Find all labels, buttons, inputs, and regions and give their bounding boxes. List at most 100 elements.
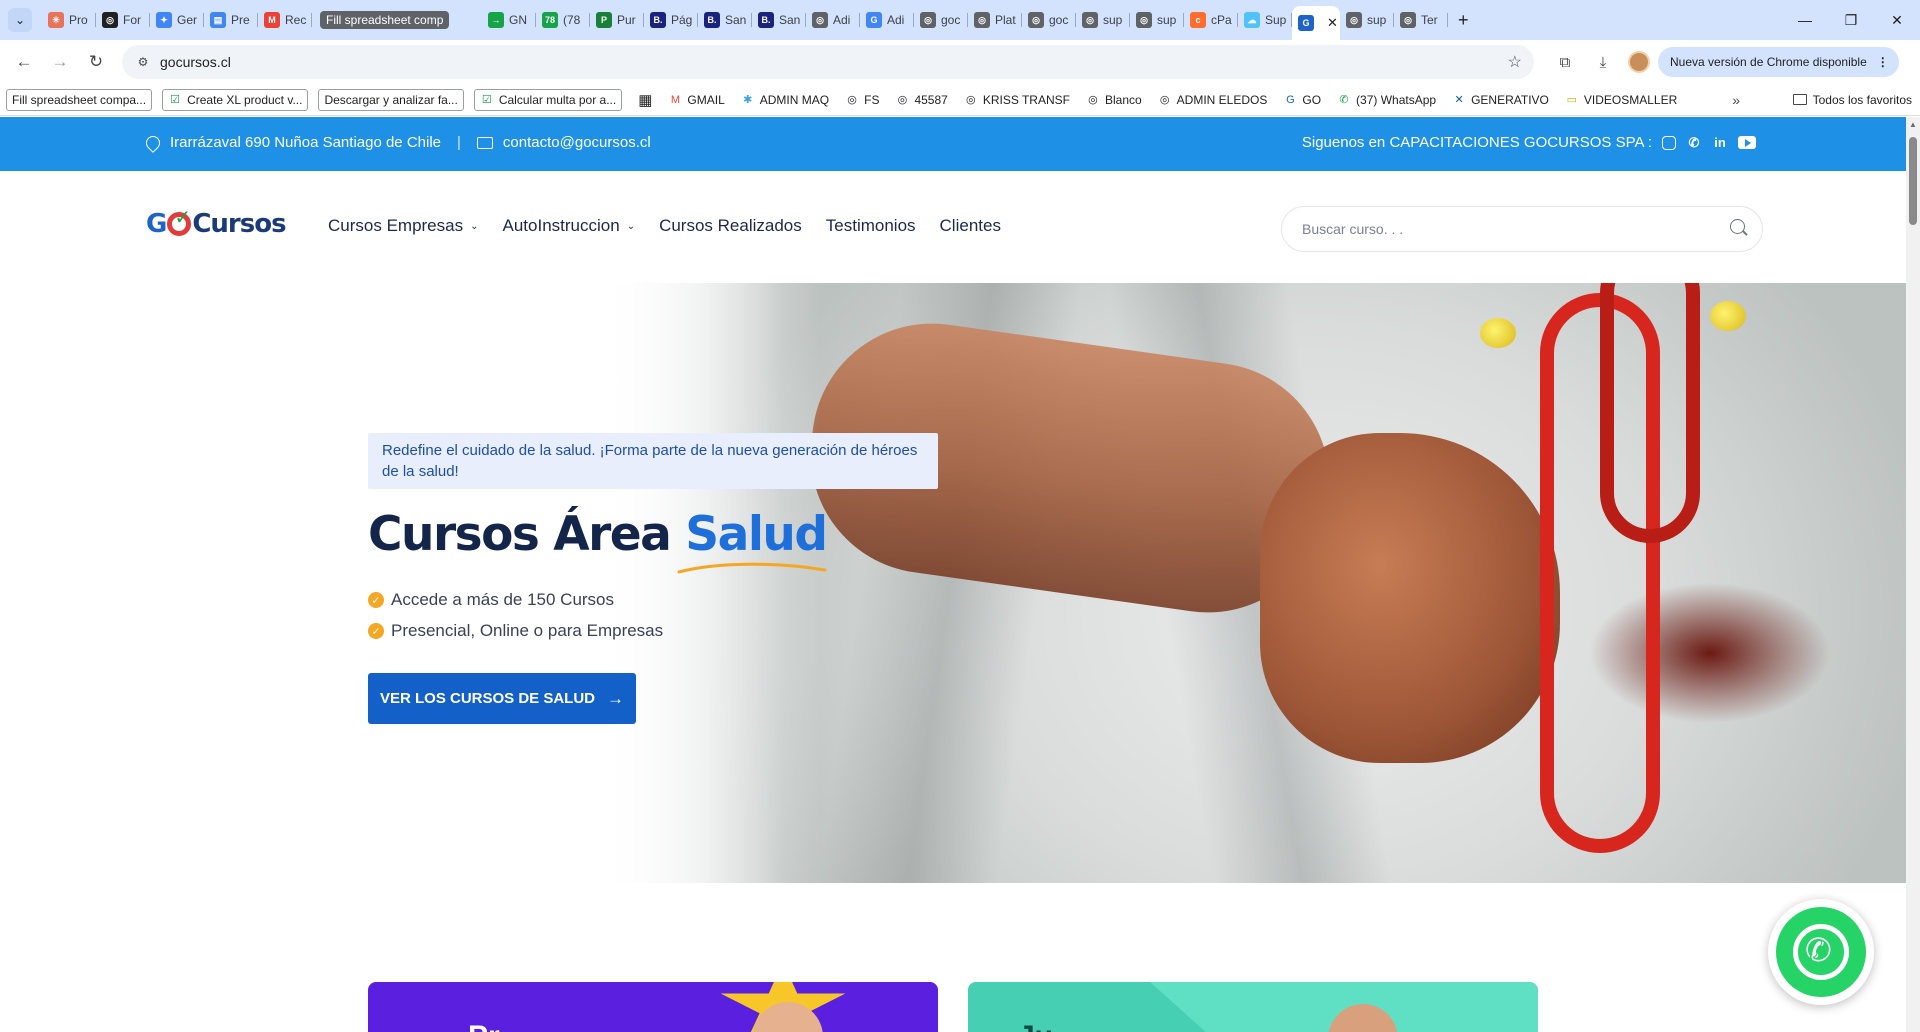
browser-tab[interactable]: ▤ Pre [204, 5, 258, 35]
tab-title: goc [1049, 13, 1069, 27]
minimize-button[interactable]: — [1782, 0, 1828, 40]
youtube-icon[interactable] [1738, 136, 1756, 149]
new-tab-button[interactable]: + [1458, 10, 1469, 31]
cta-label: VER LOS CURSOS DE SALUD [379, 690, 596, 707]
course-card[interactable]: Pr [368, 982, 938, 1032]
back-button[interactable]: ← [6, 44, 42, 80]
tab-list: ✳ Pro ◎ For ✦ Ger ▤ Pre M Rec Fill spreadsheet com… [42, 0, 1448, 40]
bookmark-item[interactable]: ✱ ADMIN MAQ [735, 89, 835, 111]
browser-tab[interactable]: G Adi [860, 5, 914, 35]
nav-item[interactable]: Cursos Empresas ⌄ [328, 216, 479, 236]
arrow-left-icon: ← [15, 52, 33, 71]
close-tab-icon[interactable]: ✕ [1327, 15, 1338, 31]
browser-tab[interactable]: ◎ sup [1076, 5, 1130, 35]
nav-item[interactable]: AutoInstruccion ⌄ [503, 216, 636, 236]
download-icon[interactable]: ⤓ [1586, 45, 1620, 79]
tab-favicon-icon: → [488, 12, 504, 28]
browser-tab[interactable]: B. San [752, 5, 806, 35]
whatsapp-float-button[interactable] [1768, 899, 1874, 1005]
browser-tab[interactable]: c cPa [1184, 5, 1238, 35]
more-menu-icon[interactable]: ⋮ [1877, 55, 1889, 69]
bookmark-item[interactable]: ✆ (37) WhatsApp [1331, 89, 1442, 111]
logo-letter: G [146, 209, 167, 239]
bookmark-item[interactable]: ▭ VIDEOSMALLER [1559, 89, 1683, 111]
url-text[interactable]: gocursos.cl [160, 54, 231, 70]
restore-button[interactable]: ❐ [1828, 0, 1874, 40]
linkedin-icon[interactable]: in [1712, 135, 1728, 150]
browser-tab[interactable]: ◎ Ter [1394, 5, 1448, 35]
bookmark-item[interactable]: Descargar y analizar fa... [318, 88, 464, 111]
bookmark-star-icon[interactable]: ☆ [1508, 52, 1522, 72]
search-icon[interactable] [1730, 219, 1748, 237]
reload-button[interactable]: ↻ [78, 44, 114, 80]
browser-tab[interactable]: ✦ Ger [150, 5, 204, 35]
tab-search-button[interactable]: ⌄ [8, 8, 32, 32]
nav-item[interactable]: Cursos Realizados [659, 216, 802, 236]
bookmark-item[interactable]: ◎ 45587 [889, 89, 953, 111]
scroll-up-icon[interactable]: ▲ [1909, 120, 1917, 129]
bookmark-label: VIDEOSMALLER [1583, 92, 1678, 107]
tab-title: (78 [563, 13, 581, 27]
bookmark-label: GENERATIVO [1471, 92, 1549, 107]
bookmark-item[interactable]: ◎ FS [839, 89, 885, 111]
browser-tab[interactable]: 78 (78 [536, 5, 590, 35]
tab-active[interactable]: G ✕ [1292, 6, 1340, 40]
browser-tab[interactable]: B. San [698, 5, 752, 35]
bookmark-item[interactable]: M GMAIL [662, 89, 730, 111]
browser-tab[interactable]: M Rec [258, 5, 312, 35]
bookmark-favicon-icon: G [1286, 93, 1295, 106]
forward-button[interactable]: → [42, 44, 78, 80]
divider: | [457, 134, 461, 151]
bookmark-item[interactable]: Fill spreadsheet compa... [6, 88, 153, 111]
browser-tab[interactable]: ◎ Adi [806, 5, 860, 35]
instagram-icon[interactable] [1662, 135, 1676, 150]
browser-tab[interactable]: ◎ sup [1130, 5, 1184, 35]
bookmarks-bar: Fill spreadsheet compa... ☑ Create XL prod… [0, 84, 1920, 116]
browser-tab[interactable]: B. Pág [644, 5, 698, 35]
browser-tab[interactable]: P Pur [590, 5, 644, 35]
site-info-icon[interactable]: ⚙ [132, 51, 154, 73]
profile-avatar[interactable] [1628, 51, 1650, 73]
browser-tab[interactable]: ◎ sup [1340, 5, 1394, 35]
tab-favicon-icon: 78 [542, 12, 558, 28]
browser-tab[interactable]: ◎ Plat [968, 5, 1022, 35]
whatsapp-icon[interactable]: ✆ [1686, 135, 1702, 151]
bookmark-item[interactable]: ◎ ADMIN ELEDOS [1152, 89, 1274, 111]
web-page: Irarrázaval 690 Nuñoa Santiago de Chile … [0, 117, 1906, 1032]
page-scrollbar[interactable]: ▲ [1906, 117, 1920, 1032]
bookmark-label: 45587 [914, 92, 948, 107]
nav-item[interactable]: Testimonios [826, 216, 916, 236]
browser-tab[interactable]: ✳ Pro [42, 5, 96, 35]
tab-title: Pág [671, 13, 692, 27]
email-link[interactable]: contacto@gocursos.cl [503, 134, 651, 151]
search-input[interactable]: Buscar curso. . . [1302, 221, 1403, 237]
bookmark-item[interactable]: ✕ GENERATIVO [1446, 89, 1555, 111]
tab-favicon-icon: ✦ [156, 12, 172, 28]
browser-tab[interactable]: ◎ For [96, 5, 150, 35]
browser-tab[interactable]: ☁ Sup [1238, 5, 1292, 35]
nav-item[interactable]: Clientes [940, 216, 1001, 236]
hero-bullet: ✓ Accede a más de 150 Cursos [368, 590, 938, 610]
chevron-down-icon: ⌄ [14, 13, 26, 27]
extensions-icon[interactable]: ⧉ [1548, 45, 1582, 79]
browser-tab[interactable]: ◎ goc [1022, 5, 1076, 35]
gocursos-logo[interactable]: G Cursos [146, 205, 287, 239]
address-bar[interactable]: ⚙ gocursos.cl ☆ [122, 45, 1534, 79]
close-window-button[interactable]: ✕ [1874, 0, 1920, 40]
bookmark-item[interactable]: ◎ Blanco [1080, 89, 1148, 111]
browser-tab[interactable]: Fill spreadsheet comp [314, 5, 480, 35]
all-bookmarks-button[interactable]: Todos los favoritos [1792, 93, 1912, 107]
scrollbar-thumb[interactable] [1909, 137, 1917, 225]
apps-grid-icon[interactable]: ▦ [632, 89, 658, 111]
bookmark-item[interactable]: ☑ Calcular multa por a... [473, 88, 623, 111]
view-health-courses-button[interactable]: VER LOS CURSOS DE SALUD → [368, 673, 636, 724]
course-card[interactable]: Ju [968, 982, 1538, 1032]
bookmark-item[interactable]: ☑ Create XL product v... [162, 88, 309, 111]
chrome-update-button[interactable]: Nueva versión de Chrome disponible ⋮ [1658, 47, 1899, 77]
browser-tab[interactable]: → GN [482, 5, 536, 35]
course-search-box[interactable]: Buscar curso. . . [1281, 206, 1763, 252]
more-bookmarks-icon[interactable]: » [1732, 92, 1740, 108]
bookmark-item[interactable]: ◎ KRISS TRANSF [958, 89, 1076, 111]
browser-tab[interactable]: ◎ goc [914, 5, 968, 35]
bookmark-item[interactable]: G GO [1277, 89, 1327, 111]
